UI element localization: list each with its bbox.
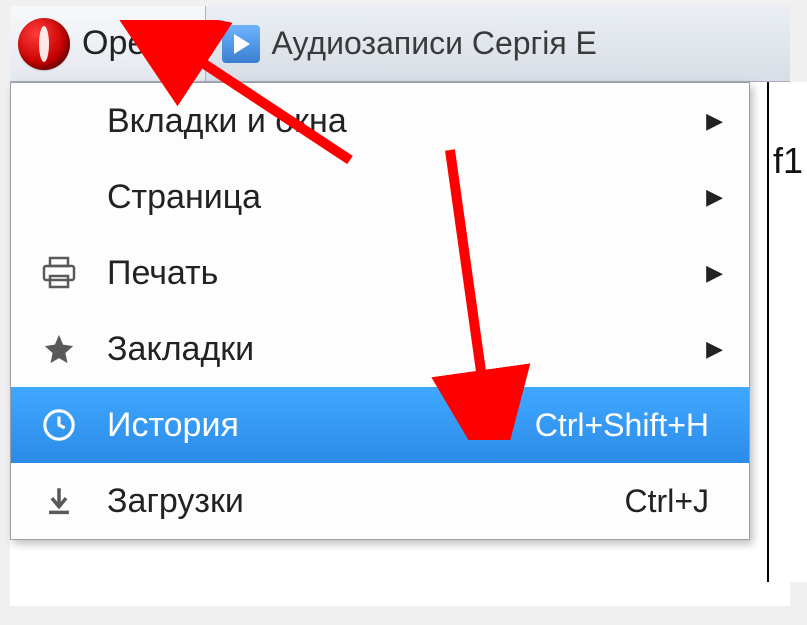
- opera-main-menu: Вкладки и окна ▶ Страница ▶ Печать ▶ Зак…: [10, 82, 750, 540]
- background-fragment-text: f1: [773, 140, 803, 182]
- menu-item-history[interactable]: История Ctrl+Shift+H: [11, 387, 749, 463]
- menu-item-label: Загрузки: [107, 482, 244, 521]
- titlebar: Opera Аудиозаписи Сергія Е: [10, 6, 790, 82]
- menu-item-bookmarks[interactable]: Закладки ▶: [11, 311, 749, 387]
- menu-item-shortcut: Ctrl+Shift+H: [535, 407, 729, 444]
- print-icon: [11, 256, 107, 290]
- menu-item-page[interactable]: Страница ▶: [11, 159, 749, 235]
- menu-item-tabs-windows[interactable]: Вкладки и окна ▶: [11, 83, 749, 159]
- background-page-strip: f1: [767, 82, 807, 582]
- opera-menu-label: Opera: [82, 24, 177, 63]
- clock-icon: [11, 408, 107, 442]
- menu-item-label: История: [107, 406, 239, 445]
- opera-logo-icon: [18, 18, 70, 70]
- menu-item-label: Закладки: [107, 330, 254, 369]
- star-icon: [11, 332, 107, 366]
- menu-item-print[interactable]: Печать ▶: [11, 235, 749, 311]
- browser-tab[interactable]: Аудиозаписи Сергія Е: [206, 6, 791, 81]
- play-icon: [222, 25, 260, 63]
- menu-item-downloads[interactable]: Загрузки Ctrl+J: [11, 463, 749, 539]
- chevron-right-icon: ▶: [706, 336, 729, 362]
- menu-item-label: Вкладки и окна: [107, 102, 347, 141]
- menu-item-label: Печать: [107, 254, 218, 293]
- opera-menu-button[interactable]: Opera: [10, 6, 206, 81]
- menu-item-shortcut: Ctrl+J: [625, 483, 729, 520]
- chevron-right-icon: ▶: [706, 184, 729, 210]
- menu-item-label: Страница: [107, 178, 261, 217]
- chevron-right-icon: ▶: [706, 260, 729, 286]
- chevron-right-icon: ▶: [706, 108, 729, 134]
- tab-title: Аудиозаписи Сергія Е: [272, 25, 597, 62]
- download-icon: [11, 484, 107, 518]
